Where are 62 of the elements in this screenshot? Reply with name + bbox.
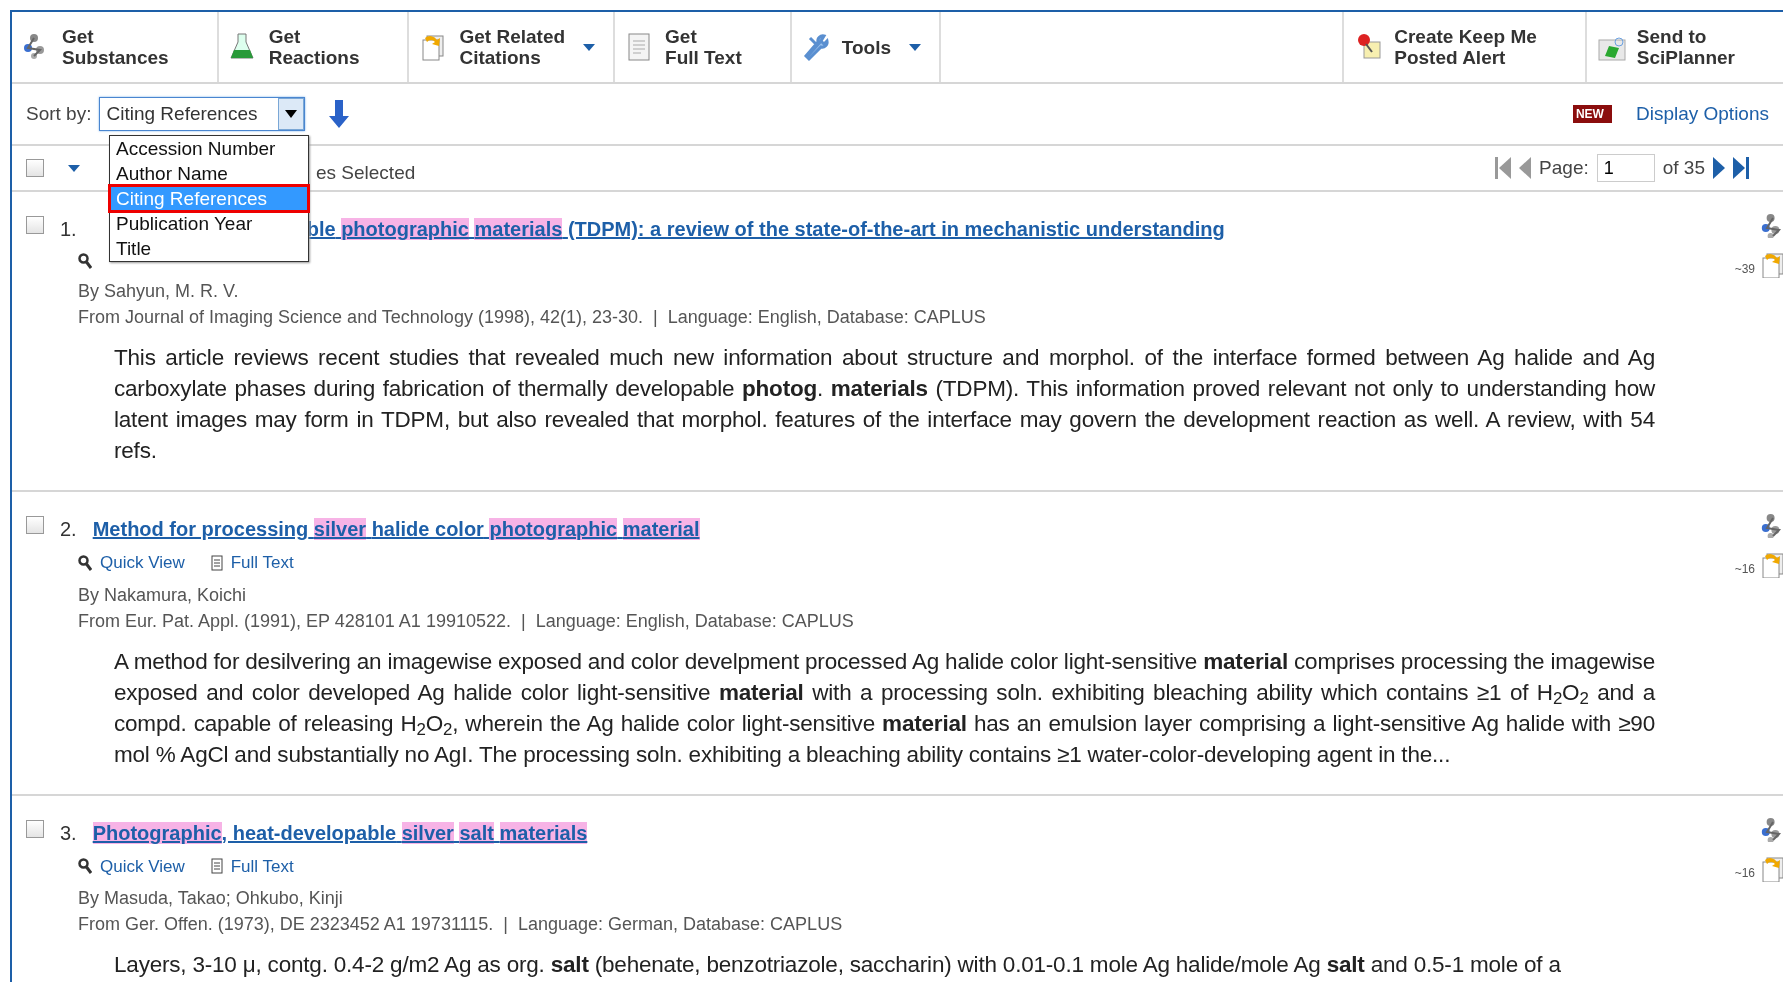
author-line: By Nakamura, Koichi: [78, 583, 248, 607]
source-line: From Eur. Pat. Appl. (1991), EP 428101 A1 19910522. | Language: English, Database: CAPLUS: [78, 609, 855, 633]
abstract-text: This article reviews recent studies that revealed much new information about structure and morphol. of the interface formed between Ag halide and Ag carboxylate phases during fabrication of thermally developable photog. materials (TDPM). This information proved relevant not only to understanding how latent images may form in TDPM, but also revealed that morphol. features of the interface may govern the development reaction as well. A review, with 54 refs.: [114, 344, 1655, 465]
source-line: From Ger. Offen. (1973), DE 2323452 A1 19731115. | Language: German, Database: CAPLUS: [78, 913, 844, 936]
menu-item[interactable]: Author Name: [110, 161, 308, 186]
citing-references-icon: [1759, 550, 1783, 578]
next-page-icon: [1713, 157, 1725, 179]
citing-count: ~16: [1734, 561, 1755, 578]
toolbar-button[interactable]: Send to SciPlanner: [1584, 12, 1783, 82]
result-link[interactable]: Full Text: [230, 550, 294, 576]
citing-count: ~16: [1734, 864, 1755, 882]
toolbar-button[interactable]: Tools: [791, 12, 942, 82]
result-title-link[interactable]: Method for processing silver halide color photographic material: [92, 514, 700, 544]
author-line: By Sahyun, M. R. V.: [78, 280, 240, 303]
toolbar-button[interactable]: Get Related Citations: [409, 12, 616, 82]
abstract-text: Layers, 3-10 μ, contg. 0.4-2 g/m2 Ag as org. salt (behenate, benzotriazole, saccharin) with 0.01-0.1 mole Ag halide/mole Ag salt and 0.5-1 mole of a: [114, 951, 1562, 979]
document-icon: [210, 858, 223, 875]
page-count: of 35: [1662, 155, 1705, 180]
page-field[interactable]: 1: [1596, 154, 1655, 182]
search-icon: [78, 253, 92, 269]
citing-count: ~39: [1734, 261, 1755, 278]
author-line: By Masuda, Takao; Ohkubo, Kinji: [78, 887, 344, 910]
toolbar-button[interactable]: Get Reactions: [218, 12, 410, 82]
previous-page-icon: [1519, 157, 1532, 179]
molecule-icon: [1761, 512, 1783, 538]
result-link[interactable]: Full Text: [230, 853, 294, 879]
molecule-icon: [1761, 815, 1783, 842]
menu-item[interactable]: Publication Year: [110, 211, 308, 236]
caret-icon: [285, 110, 298, 118]
result-number: 1.: [60, 217, 77, 242]
toolbar-button[interactable]: Get Full Text: [615, 12, 792, 82]
select-all-checkbox[interactable]: [26, 159, 44, 177]
sort-dropdown[interactable]: Citing References: [99, 97, 306, 131]
sort-label: Sort by:: [26, 101, 92, 126]
source-line: From Journal of Imaging Science and Technology (1998), 42(1), 23-30. | Language: English, Database: CAPLUS: [78, 306, 987, 329]
display-options-link[interactable]: Display Options: [1635, 99, 1769, 129]
search-icon: [78, 554, 92, 571]
page-label: Page:: [1539, 155, 1589, 180]
toolbar-button[interactable]: Get Substances: [12, 12, 219, 82]
result-link[interactable]: Quick View: [100, 853, 185, 879]
molecule-icon: [1761, 212, 1783, 238]
toolbar-button[interactable]: Create Keep Me Posted Alert: [1342, 12, 1585, 82]
result-checkbox[interactable]: [26, 516, 44, 534]
menu-item[interactable]: Accession Number: [110, 136, 308, 161]
result-link[interactable]: Quick View: [100, 550, 185, 576]
sort-direction-icon: [329, 100, 350, 128]
result-number: 3.: [60, 820, 77, 846]
new-badge: NEW: [1572, 105, 1612, 123]
last-page-icon: [1733, 157, 1749, 179]
result-checkbox[interactable]: [26, 216, 44, 234]
abstract-text: A method for desilvering an imagewise exposed and color develpment processed Ag halide color light-sensitive material comprises processing the imagewise exposed and color developed Ag halide color light-sensitive material with a processing soln. exhibiting bleaching ability which contains ≥1 of H$_{2}$O$_{2}$ and a compd. capable of releasing H$_{2}$O$_{2}$, wherein the Ag halide color light-sensitive material has an emulsion layer comprising a light-sensitive Ag halide with ≥90 mol % AgCl and substantially no AgI. The processing soln. exhibiting a bleaching ability contains ≥1 water-color-developing agent in the...: [114, 647, 1655, 769]
select-menu-caret[interactable]: [68, 164, 80, 172]
result-checkbox[interactable]: [26, 819, 44, 838]
tools-icon: [801, 32, 832, 62]
first-page-icon: [1495, 157, 1512, 179]
selected-count: es Selected: [316, 160, 416, 185]
result-title-link[interactable]: Photographic, heat-developable silver salt materials: [92, 817, 588, 848]
citing-references-icon: [1759, 250, 1783, 278]
result-number: 2.: [60, 517, 77, 542]
search-icon: [78, 858, 92, 875]
menu-item[interactable]: Title: [110, 236, 308, 261]
document-icon: [210, 554, 223, 571]
